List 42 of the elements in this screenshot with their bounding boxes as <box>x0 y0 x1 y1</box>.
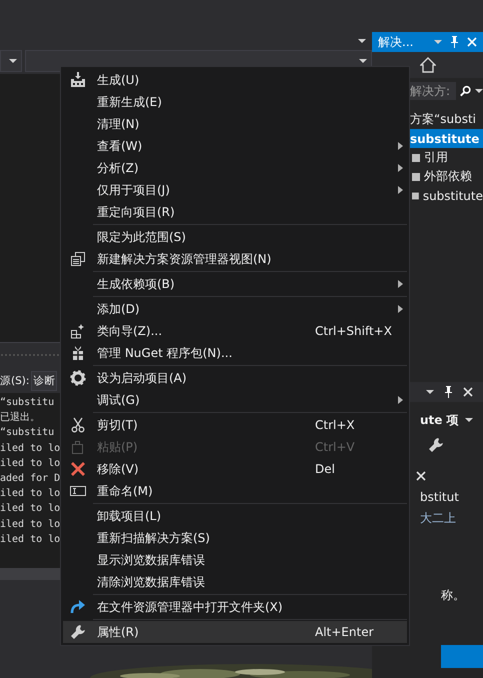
output-line: iled to lo <box>0 518 60 532</box>
menu-item[interactable]: 添加(D) <box>63 298 407 320</box>
menu-item[interactable]: 新建解决方案资源管理器视图(N) <box>63 248 407 270</box>
menu-item[interactable]: 生成(U) <box>63 69 407 91</box>
menu-item[interactable]: 属性(R) Alt+Enter <box>63 621 407 643</box>
object-name: ute 项 <box>420 412 459 428</box>
output-line: iled to lo <box>0 502 60 516</box>
shortcut-text: Ctrl+X <box>315 418 356 432</box>
popup-text: bstitut <box>420 490 460 504</box>
search-field[interactable]: 解决方: <box>408 82 456 100</box>
output-line: aded for D <box>0 472 60 486</box>
menu-item[interactable]: 生成依赖项(B) <box>63 273 407 295</box>
menu-item[interactable]: 重新扫描解决方案(S) <box>63 527 407 549</box>
menu-item[interactable]: 显示浏览数据库错误 <box>63 549 407 571</box>
menu-item[interactable]: 限定为此范围(S) <box>63 226 407 248</box>
menu-item[interactable]: 管理 NuGet 程序包(N)... <box>63 342 407 364</box>
shortcut-text: Alt+Enter <box>315 625 375 639</box>
output-line: “substitu <box>0 396 54 410</box>
output-line: 已退出。 <box>0 410 40 426</box>
shortcut-text: Ctrl+Shift+X <box>315 324 393 338</box>
output-line: “substitu <box>0 426 54 440</box>
menu-item[interactable]: 在文件资源管理器中打开文件夹(X) <box>63 596 407 618</box>
menu-item[interactable]: 类向导(Z)... Ctrl+Shift+X <box>63 320 407 342</box>
menu-item[interactable]: 卸载项目(L) <box>63 505 407 527</box>
output-line: iled to lo <box>0 532 60 547</box>
menu-item[interactable]: 重新生成(E) <box>63 91 407 113</box>
source-label: 源(S): <box>0 374 30 388</box>
source-dropdown[interactable]: 诊断 <box>31 370 58 390</box>
output-line: iled to lo <box>0 442 60 456</box>
menu-item[interactable]: 移除(V) Del <box>63 458 407 480</box>
menu-item[interactable]: 清除浏览数据库错误 <box>63 571 407 593</box>
menu-item[interactable]: 剪切(T) Ctrl+X <box>63 414 407 436</box>
shortcut-text: Ctrl+V <box>315 440 356 454</box>
output-line: iled to lo <box>0 487 60 502</box>
output-line: iled to lo <box>0 456 60 471</box>
popup-link[interactable]: 大二上 <box>420 510 483 527</box>
menu-item[interactable]: 调试(G) <box>63 389 407 411</box>
menu-item[interactable]: 重命名(M) <box>63 480 407 502</box>
panel-title: 解决... <box>378 34 414 50</box>
shortcut-text: Del <box>315 462 336 476</box>
note-text: 称。 <box>440 587 466 604</box>
menu-item[interactable]: 设为启动项目(A) <box>63 367 407 389</box>
